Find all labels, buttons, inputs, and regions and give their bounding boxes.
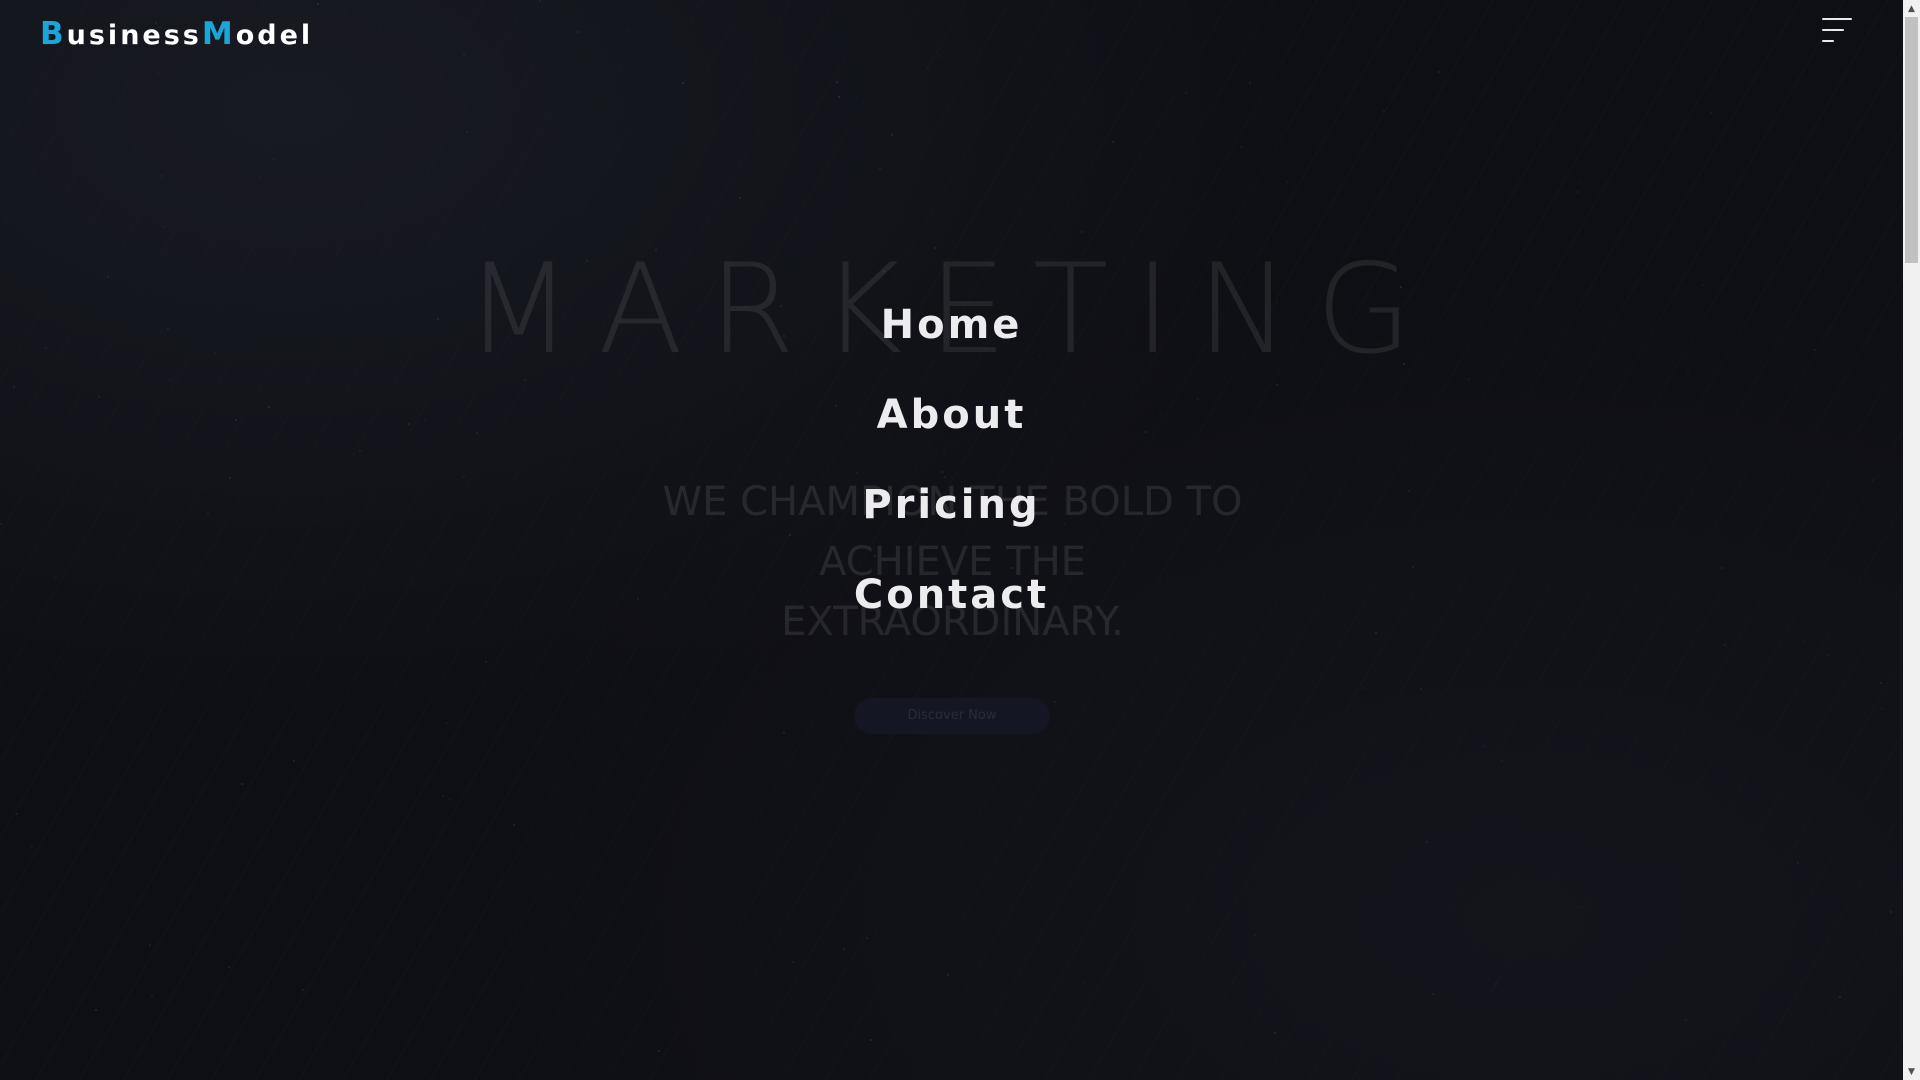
nav-link-about[interactable]: About	[877, 392, 1027, 438]
brand-logo[interactable]: B usiness M odel	[40, 16, 313, 52]
hamburger-line-top	[1822, 18, 1852, 20]
hamburger-line-bottom	[1822, 40, 1834, 42]
logo-text-odel: odel	[235, 20, 314, 51]
nav-link-home[interactable]: Home	[881, 302, 1023, 348]
hamburger-menu-icon[interactable]	[1818, 16, 1854, 46]
nav-item-contact: Contact	[0, 550, 1903, 640]
nav-link-contact[interactable]: Contact	[854, 572, 1049, 618]
scroll-down-arrow-icon[interactable]: ▼	[1903, 1063, 1920, 1080]
nav-item-pricing: Pricing	[0, 460, 1903, 550]
scrollbar-thumb[interactable]	[1905, 17, 1918, 263]
menu-overlay: Home About Pricing Contact	[0, 0, 1903, 1080]
page-background: MARKETING WE CHAMPION THE BOLD TO ACHIEV…	[0, 0, 1903, 1080]
logo-text-usiness: usiness	[66, 20, 202, 51]
logo-initial-b: B	[40, 16, 67, 52]
nav-item-about: About	[0, 370, 1903, 460]
scroll-up-arrow-icon[interactable]: ▲	[1903, 0, 1920, 17]
logo-initial-m: M	[201, 16, 236, 52]
overlay-nav-menu: Home About Pricing Contact	[0, 280, 1903, 640]
nav-item-home: Home	[0, 280, 1903, 370]
hamburger-line-middle	[1822, 29, 1844, 31]
nav-link-pricing[interactable]: Pricing	[862, 482, 1040, 528]
